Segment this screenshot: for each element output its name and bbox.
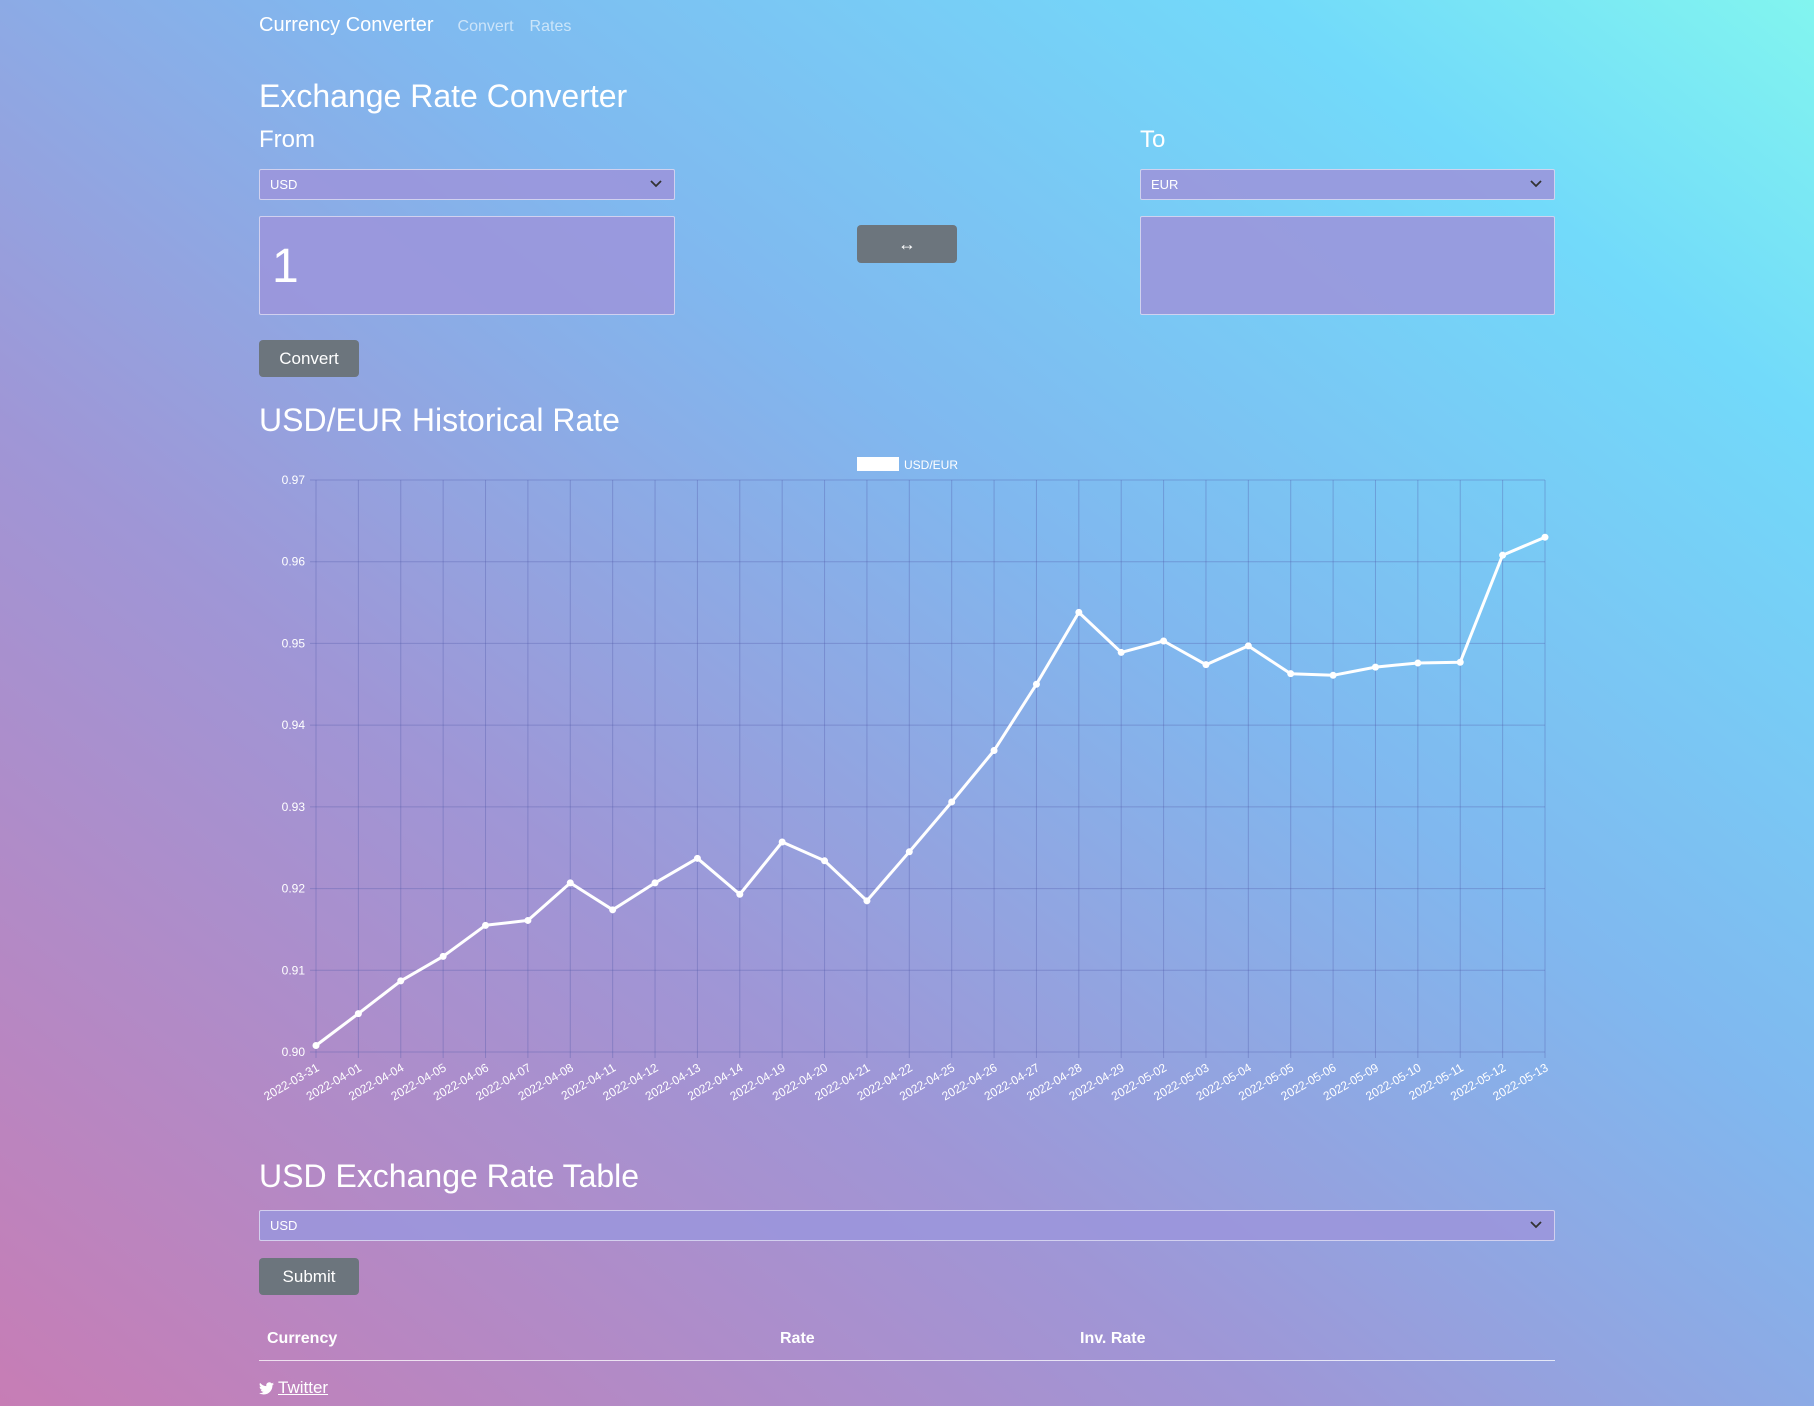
data-point [1414,659,1422,667]
y-tick-label: 0.90 [282,1045,306,1059]
footer: Twitter [259,1378,328,1398]
y-tick-label: 0.93 [282,800,306,814]
swap-arrows-icon: ↔ [898,234,916,254]
to-currency-value: EUR [1151,177,1179,192]
legend-swatch [857,457,899,471]
historical-rate-chart: 0.970.960.950.940.930.920.910.902022-03-… [261,457,1551,1103]
data-point [778,838,786,846]
chevron-down-icon [1530,180,1542,188]
twitter-link[interactable]: Twitter [278,1378,328,1398]
data-point [1456,658,1464,666]
data-point [1329,671,1337,679]
from-currency-value: USD [270,177,298,192]
data-point [1117,648,1125,656]
y-tick-label: 0.96 [282,555,306,569]
data-point [1287,670,1295,678]
base-currency-value: USD [270,1218,298,1233]
base-currency-select[interactable]: USD [259,1210,1555,1241]
chevron-down-icon [1530,1221,1542,1229]
to-label: To [1140,126,1166,153]
data-point [482,921,490,929]
data-point [693,854,701,862]
data-point [821,857,829,865]
twitter-icon [259,1381,274,1394]
legend-label: USD/EUR [904,458,958,472]
data-point [1160,637,1168,645]
data-point [863,897,871,905]
nav-link-rates[interactable]: Rates [530,18,572,36]
data-point [1202,661,1210,669]
y-tick-label: 0.95 [282,636,306,650]
data-point [1499,551,1507,559]
data-point [948,798,956,806]
convert-button[interactable]: Convert [259,340,359,377]
column-header-currency: Currency [267,1330,338,1347]
data-point [1371,663,1379,671]
submit-button[interactable]: Submit [259,1258,359,1295]
from-currency-select[interactable]: USD [259,169,675,200]
data-point [990,746,998,754]
swap-button[interactable]: ↔ [857,225,957,263]
data-point [651,879,659,887]
data-point [1244,642,1252,650]
brand-link[interactable]: Currency Converter [259,14,434,37]
navbar: Currency Converter Convert Rates [259,14,587,42]
data-point [397,977,405,985]
y-tick-label: 0.91 [282,963,306,977]
column-header-rate: Rate [780,1330,815,1347]
y-tick-label: 0.97 [282,473,306,487]
data-point [1075,608,1083,616]
data-point [736,890,744,898]
column-header-inv-rate: Inv. Rate [1080,1330,1146,1347]
chevron-down-icon [650,180,662,188]
from-label: From [259,126,315,153]
y-tick-label: 0.94 [282,718,306,732]
data-point [524,916,532,924]
rate-table-title: USD Exchange Rate Table [259,1158,640,1194]
series-line [315,535,1546,1047]
data-point [354,1010,362,1018]
table-header-divider [259,1360,1555,1361]
data-point [609,906,617,914]
data-point [905,848,913,856]
data-point [1032,680,1040,688]
y-tick-label: 0.92 [282,882,306,896]
nav-link-convert[interactable]: Convert [458,18,514,36]
history-title: USD/EUR Historical Rate [259,402,620,438]
data-point [439,952,447,960]
data-point [312,1041,320,1049]
data-point [566,879,574,887]
data-point [1541,533,1549,541]
to-currency-select[interactable]: EUR [1140,169,1555,200]
from-amount-input[interactable]: 1 [259,216,675,315]
to-amount-output [1140,216,1555,315]
converter-title: Exchange Rate Converter [259,78,628,114]
